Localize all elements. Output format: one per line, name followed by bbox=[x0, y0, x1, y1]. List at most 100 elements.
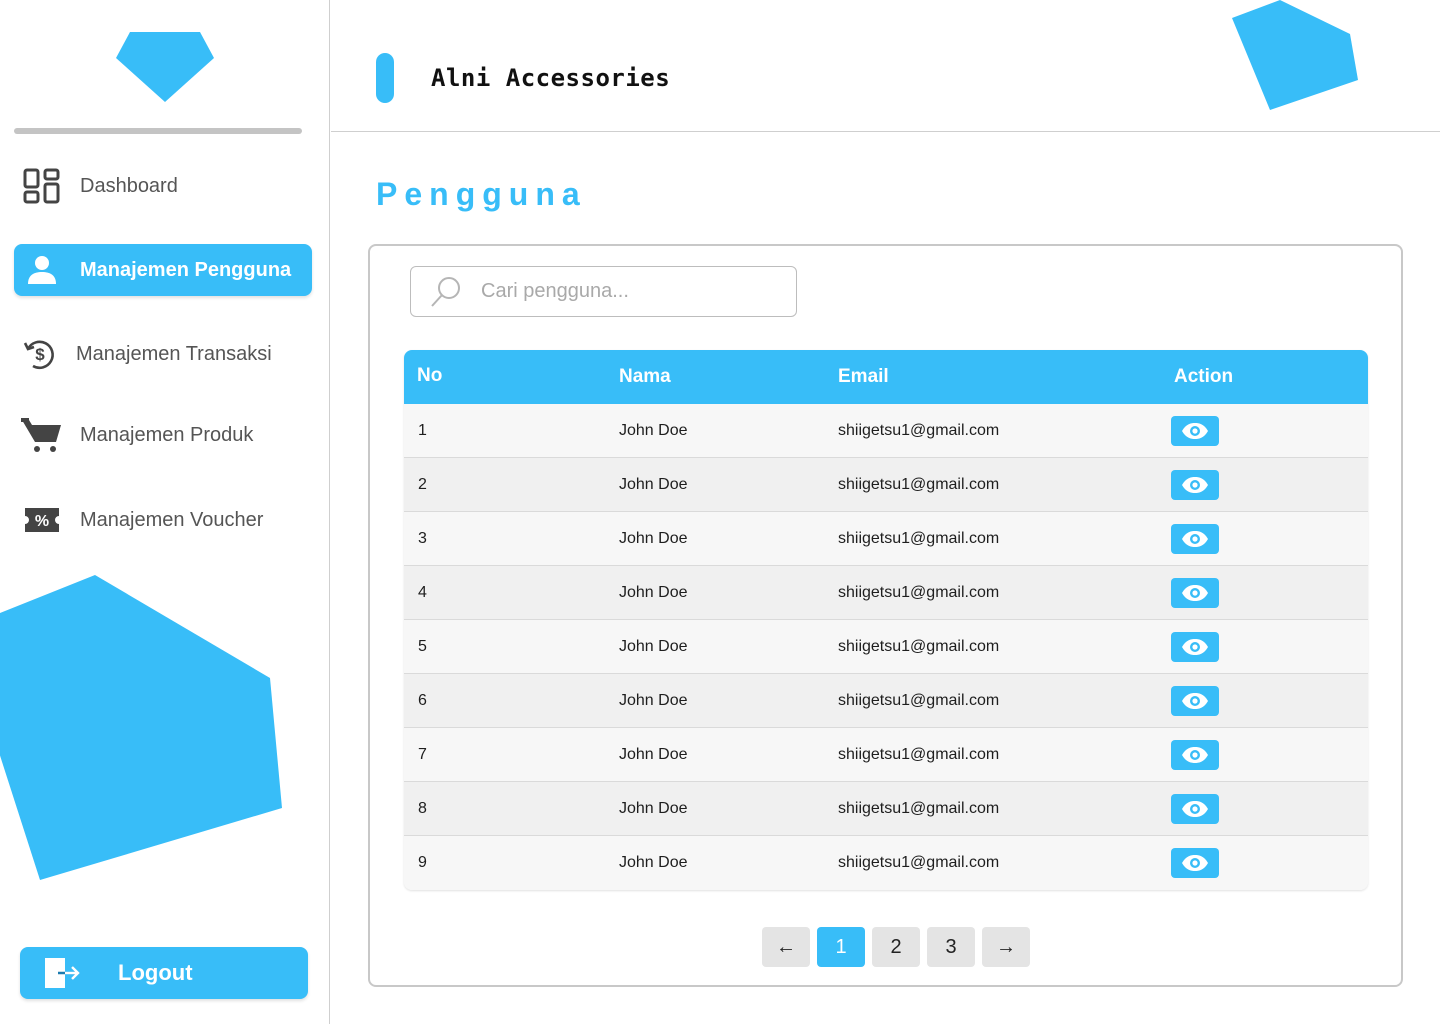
cell-email: shiigetsu1@gmail.com bbox=[838, 475, 1000, 493]
eye-icon bbox=[1181, 692, 1209, 710]
decorative-polygon bbox=[1232, 0, 1358, 110]
sidebar-item-label: Manajemen Voucher bbox=[80, 508, 264, 531]
view-user-button[interactable] bbox=[1171, 793, 1219, 824]
cell-no: 4 bbox=[418, 583, 427, 601]
svg-text:$: $ bbox=[35, 345, 45, 364]
view-user-button[interactable] bbox=[1171, 848, 1219, 878]
cell-email: shiigetsu1@gmail.com bbox=[838, 421, 1000, 439]
sidebar-item-dashboard[interactable]: Dashboard bbox=[14, 160, 312, 212]
column-header-email: Email bbox=[838, 366, 889, 387]
view-user-button[interactable] bbox=[1171, 685, 1219, 716]
logout-button[interactable]: Logout bbox=[20, 947, 308, 999]
diamond-logo-icon bbox=[116, 32, 214, 102]
dashboard-grid-icon bbox=[14, 168, 70, 204]
sidebar-item-manajemen-pengguna[interactable]: Manajemen Pengguna bbox=[14, 244, 312, 296]
cell-action bbox=[1171, 415, 1368, 446]
cell-no: 3 bbox=[418, 529, 427, 547]
header-accent-bar bbox=[376, 53, 394, 103]
eye-icon bbox=[1181, 584, 1209, 602]
table-row: 9 John Doe shiigetsu1@gmail.com bbox=[404, 836, 1368, 890]
eye-icon bbox=[1181, 530, 1209, 548]
view-user-button[interactable] bbox=[1171, 739, 1219, 770]
cell-email: shiigetsu1@gmail.com bbox=[838, 583, 1000, 601]
cell-nama: John Doe bbox=[619, 475, 688, 493]
cell-action bbox=[1171, 469, 1368, 500]
users-card: No Nama Email Action 1 John Doe shiigetsu1… bbox=[368, 244, 1403, 987]
cell-email: shiigetsu1@gmail.com bbox=[838, 854, 1000, 871]
table-row: 4 John Doe shiigetsu1@gmail.com bbox=[404, 566, 1368, 620]
voucher-percent-icon: % bbox=[14, 506, 70, 534]
app-title: Alni Accessories bbox=[431, 64, 671, 92]
search-box[interactable] bbox=[410, 266, 797, 317]
page-button-3[interactable]: 3 bbox=[927, 927, 975, 967]
top-header: Alni Accessories bbox=[331, 0, 1440, 132]
table-row: 3 John Doe shiigetsu1@gmail.com bbox=[404, 512, 1368, 566]
cell-action bbox=[1171, 685, 1368, 716]
table-row: 7 John Doe shiigetsu1@gmail.com bbox=[404, 728, 1368, 782]
transaction-dollar-icon: $ bbox=[14, 337, 66, 371]
search-icon bbox=[411, 275, 481, 309]
view-user-button[interactable] bbox=[1171, 469, 1219, 500]
cell-nama: John Doe bbox=[619, 745, 688, 763]
cell-nama: John Doe bbox=[619, 799, 688, 817]
page-title: Pengguna bbox=[376, 176, 587, 212]
cell-action bbox=[1171, 577, 1368, 608]
view-user-button[interactable] bbox=[1171, 415, 1219, 446]
column-header-action: Action bbox=[1174, 366, 1234, 387]
sidebar-item-manajemen-transaksi[interactable]: $ Manajemen Transaksi bbox=[14, 328, 312, 380]
user-icon bbox=[14, 254, 70, 286]
column-header-no: No bbox=[417, 365, 443, 386]
cell-no: 5 bbox=[418, 637, 427, 655]
cell-no: 9 bbox=[418, 854, 427, 871]
cell-no: 7 bbox=[418, 745, 427, 763]
cell-action bbox=[1171, 848, 1368, 878]
cell-email: shiigetsu1@gmail.com bbox=[838, 745, 1000, 763]
sidebar-item-label: Manajemen Produk bbox=[80, 423, 254, 446]
page-button-2[interactable]: 2 bbox=[872, 927, 920, 967]
table-row: 6 John Doe shiigetsu1@gmail.com bbox=[404, 674, 1368, 728]
column-header-nama: Nama bbox=[619, 366, 671, 387]
cell-email: shiigetsu1@gmail.com bbox=[838, 529, 1000, 547]
sidebar-divider bbox=[14, 128, 302, 134]
cell-action bbox=[1171, 631, 1368, 662]
table-body: 1 John Doe shiigetsu1@gmail.com 2 John Doe sh… bbox=[404, 404, 1368, 890]
sidebar-item-manajemen-produk[interactable]: Manajemen Produk bbox=[14, 409, 312, 461]
cell-nama: John Doe bbox=[619, 637, 688, 655]
sidebar-item-label: Dashboard bbox=[80, 174, 178, 197]
eye-icon bbox=[1181, 800, 1209, 818]
cell-nama: John Doe bbox=[619, 529, 688, 547]
table-header: No Nama Email Action bbox=[404, 350, 1368, 404]
eye-icon bbox=[1181, 854, 1209, 872]
view-user-button[interactable] bbox=[1171, 577, 1219, 608]
cell-action bbox=[1171, 739, 1368, 770]
cell-nama: John Doe bbox=[619, 691, 688, 709]
cell-email: shiigetsu1@gmail.com bbox=[838, 637, 1000, 655]
svg-text:%: % bbox=[35, 513, 49, 530]
cell-email: shiigetsu1@gmail.com bbox=[838, 691, 1000, 709]
sidebar-item-manajemen-voucher[interactable]: % Manajemen Voucher bbox=[14, 494, 312, 546]
pagination: ← 1 2 3 → bbox=[762, 927, 1030, 967]
cell-nama: John Doe bbox=[619, 421, 688, 439]
cell-email: shiigetsu1@gmail.com bbox=[838, 799, 1000, 817]
view-user-button[interactable] bbox=[1171, 523, 1219, 554]
view-user-button[interactable] bbox=[1171, 631, 1219, 662]
cell-nama: John Doe bbox=[619, 583, 688, 601]
cell-action bbox=[1171, 793, 1368, 824]
prev-page-button[interactable]: ← bbox=[762, 927, 810, 967]
table-row: 2 John Doe shiigetsu1@gmail.com bbox=[404, 458, 1368, 512]
eye-icon bbox=[1181, 476, 1209, 494]
cell-action bbox=[1171, 523, 1368, 554]
next-page-button[interactable]: → bbox=[982, 927, 1030, 967]
search-input[interactable] bbox=[481, 280, 771, 303]
cell-no: 1 bbox=[418, 421, 427, 439]
cart-icon bbox=[14, 416, 70, 454]
page-button-1[interactable]: 1 bbox=[817, 927, 865, 967]
cell-no: 8 bbox=[418, 799, 427, 817]
decorative-polygon bbox=[0, 575, 282, 880]
sidebar-item-label: Manajemen Pengguna bbox=[80, 258, 292, 281]
logout-label: Logout bbox=[118, 960, 193, 985]
table-row: 1 John Doe shiigetsu1@gmail.com bbox=[404, 404, 1368, 458]
cell-no: 6 bbox=[418, 691, 427, 709]
sidebar-item-label: Manajemen Transaksi bbox=[76, 342, 272, 365]
eye-icon bbox=[1181, 746, 1209, 764]
